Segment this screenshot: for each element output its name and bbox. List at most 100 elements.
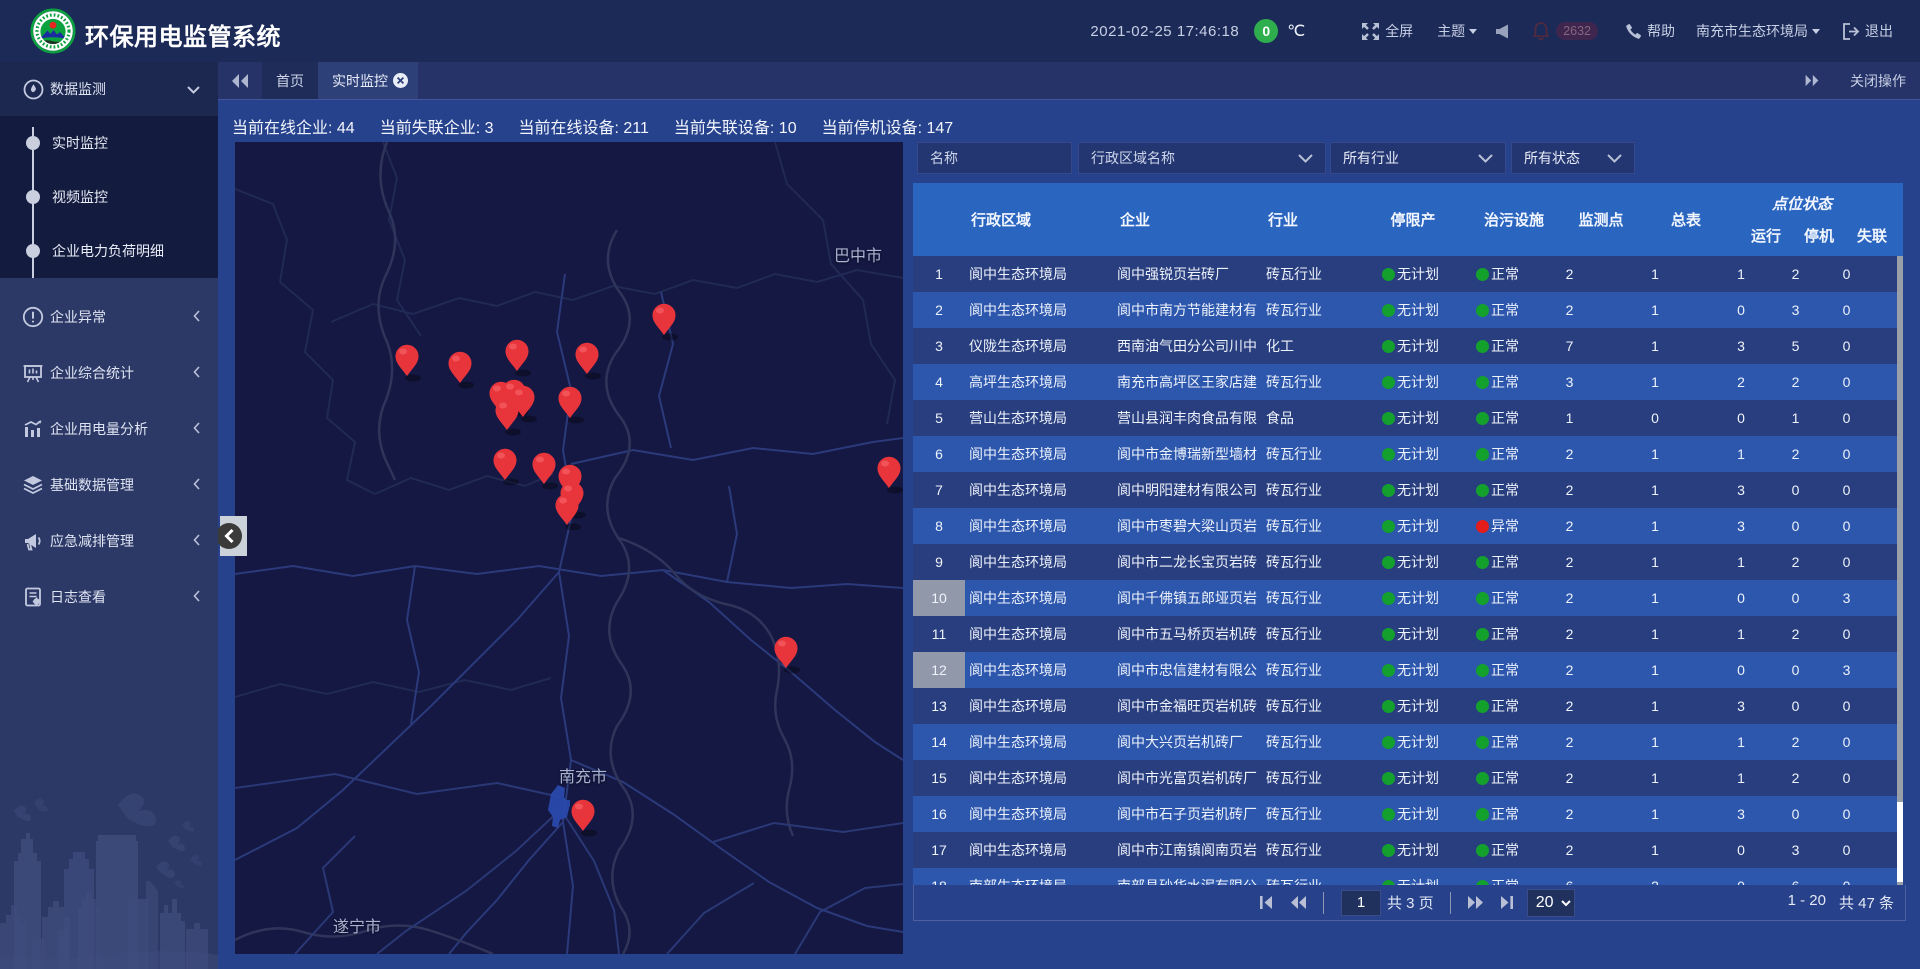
table-row[interactable]: 4高坪生态环境局南充市高坪区王家店建砖瓦行业无计划正常31220 (913, 364, 1897, 400)
map-pin[interactable] (396, 345, 422, 382)
status-dot-icon (1382, 520, 1395, 533)
double-right-arrow-icon (1804, 74, 1820, 87)
stop-status-text: 无计划 (1397, 480, 1439, 500)
tabs-scroll-left-button[interactable] (218, 62, 262, 99)
stop-status-text: 无计划 (1397, 696, 1439, 716)
map-panel[interactable]: 巴中市南充市遂宁市 (235, 142, 903, 954)
status-select[interactable]: 所有状态 (1511, 142, 1635, 174)
help-button[interactable]: 帮助 (1625, 21, 1675, 41)
cell-region: 阆中生态环境局 (965, 624, 1112, 644)
tab-home-label: 首页 (276, 71, 304, 91)
region-select[interactable]: 行政区域名称 (1078, 142, 1326, 174)
org-dropdown[interactable]: 南充市生态环境局 (1696, 21, 1820, 41)
sidebar-item-2[interactable]: 企业综合统计 (0, 345, 218, 401)
sidebar-item-6[interactable]: 日志查看 (0, 569, 218, 625)
map-pin[interactable] (506, 340, 532, 377)
map-pin[interactable] (533, 453, 559, 490)
table-row[interactable]: 1阆中生态环境局阆中强锐页岩砖厂砖瓦行业无计划正常21120 (913, 256, 1897, 292)
table-row[interactable]: 7阆中生态环境局阆中明阳建材有限公司砖瓦行业无计划正常21300 (913, 472, 1897, 508)
industry-select[interactable]: 所有行业 (1330, 142, 1506, 174)
treat-status-text: 异常 (1491, 516, 1519, 536)
stop-status-text: 无计划 (1397, 300, 1439, 320)
cell-halt: 3 (1770, 302, 1821, 318)
sidebar-item-5[interactable]: 应急减排管理 (0, 513, 218, 569)
row-index: 18 (913, 868, 965, 885)
cell-run: 3 (1712, 698, 1770, 714)
prev-page-button[interactable] (1290, 895, 1307, 910)
caret-down-icon (1469, 29, 1477, 34)
tab-close-icon[interactable] (392, 72, 409, 89)
table-row[interactable]: 6阆中生态环境局阆中市金博瑞新型墙材砖瓦行业无计划正常21120 (913, 436, 1897, 472)
table-row[interactable]: 2阆中生态环境局阆中市南方节能建材有砖瓦行业无计划正常21030 (913, 292, 1897, 328)
cell-stop-status: 无计划 (1369, 840, 1463, 860)
panel-collapse-button[interactable] (220, 516, 247, 556)
name-search-input[interactable] (930, 150, 1059, 166)
next-page-button[interactable] (1467, 895, 1484, 910)
cell-meter: 1 (1598, 698, 1712, 714)
sidebar-item-1[interactable]: 企业异常 (0, 289, 218, 345)
cell-lost: 3 (1821, 662, 1872, 678)
cell-monitor: 2 (1541, 590, 1598, 606)
map-pin[interactable] (653, 304, 679, 341)
table-row[interactable]: 18南部生态环境局南部县砂华水泥有限公砖瓦行业无计划正常62060 (913, 868, 1897, 885)
region-select-placeholder: 行政区域名称 (1091, 148, 1175, 168)
fullscreen-button[interactable]: 全屏 (1361, 21, 1413, 41)
table-row[interactable]: 15阆中生态环境局阆中市光富页岩机砖厂砖瓦行业无计划正常21120 (913, 760, 1897, 796)
table-row[interactable]: 3仪陇生态环境局西南油气田分公司川中化工无计划正常71350 (913, 328, 1897, 364)
collapse-left-icon (223, 529, 236, 543)
cell-run: 0 (1712, 410, 1770, 426)
table-row[interactable]: 13阆中生态环境局阆中市金福旺页岩机砖砖瓦行业无计划正常21300 (913, 688, 1897, 724)
close-operations-dropdown[interactable]: 关闭操作 (1850, 71, 1906, 91)
map-pin[interactable] (494, 449, 520, 486)
tab-home[interactable]: 首页 (262, 62, 318, 99)
sidebar-group-data-monitor[interactable]: 数据监测 (0, 62, 218, 116)
cell-halt: 2 (1770, 446, 1821, 462)
cell-meter: 1 (1598, 842, 1712, 858)
tab-bar: 首页 实时监控 关闭操作 (218, 62, 1920, 100)
app-header: 环保用电监管系统 2021-02-25 17:46:18 0 ℃ 全屏 主题 (0, 0, 1920, 62)
first-page-button[interactable] (1259, 895, 1273, 910)
table-row[interactable]: 12阆中生态环境局阆中市忠信建材有限公砖瓦行业无计划正常21003 (913, 652, 1897, 688)
logout-button[interactable]: 退出 (1842, 21, 1893, 41)
last-page-button[interactable] (1500, 895, 1514, 910)
cell-region: 仪陇生态环境局 (965, 336, 1112, 356)
map-pin[interactable] (449, 352, 475, 389)
sidebar-item-4[interactable]: 基础数据管理 (0, 457, 218, 513)
tab-realtime-monitor[interactable]: 实时监控 (318, 62, 418, 99)
cell-run: 3 (1712, 338, 1770, 354)
table-row[interactable]: 10阆中生态环境局阆中千佛镇五郎垭页岩砖瓦行业无计划正常21003 (913, 580, 1897, 616)
tabs-scroll-right-button[interactable] (1804, 74, 1820, 87)
theme-dropdown[interactable]: 主题 (1437, 21, 1477, 41)
treat-status-text: 正常 (1491, 732, 1519, 752)
table-scrollbar[interactable] (1897, 256, 1903, 885)
table-row[interactable]: 8阆中生态环境局阆中市枣碧大梁山页岩砖瓦行业无计划异常21300 (913, 508, 1897, 544)
table-row[interactable]: 17阆中生态环境局阆中市江南镇阆南页岩砖瓦行业无计划正常21030 (913, 832, 1897, 868)
cell-lost: 0 (1821, 266, 1872, 282)
map-pin[interactable] (559, 387, 585, 424)
table-row[interactable]: 11阆中生态环境局阆中市五马桥页岩机砖砖瓦行业无计划正常21120 (913, 616, 1897, 652)
table-row[interactable]: 16阆中生态环境局阆中市石子页岩机砖厂砖瓦行业无计划正常21300 (913, 796, 1897, 832)
mute-button[interactable] (1495, 24, 1509, 39)
cell-treat-status: 正常 (1463, 300, 1541, 320)
col-header-stop: 停限产 (1390, 209, 1435, 230)
page-size-select[interactable]: 20 (1527, 889, 1575, 917)
cell-meter: 1 (1598, 446, 1712, 462)
table-row[interactable]: 5营山生态环境局营山县润丰肉食品有限食品无计划正常10010 (913, 400, 1897, 436)
map-pin[interactable] (576, 343, 602, 380)
alarm-bell-button[interactable]: 2632 (1532, 21, 1598, 41)
table-scrollbar-thumb[interactable] (1897, 802, 1903, 882)
cell-industry: 砖瓦行业 (1259, 444, 1369, 464)
treat-status-text: 正常 (1491, 264, 1519, 284)
status-dot-icon (1382, 304, 1395, 317)
sidebar-item-3[interactable]: 企业用电量分析 (0, 401, 218, 457)
cell-treat-status: 正常 (1463, 696, 1541, 716)
cell-company: 阆中强锐页岩砖厂 (1112, 264, 1259, 284)
map-pin[interactable] (878, 457, 904, 494)
cell-stop-status: 无计划 (1369, 480, 1463, 500)
cell-run: 0 (1712, 878, 1770, 885)
cell-industry: 砖瓦行业 (1259, 840, 1369, 860)
industry-select-value: 所有行业 (1343, 148, 1399, 168)
table-row[interactable]: 9阆中生态环境局阆中市二龙长宝页岩砖砖瓦行业无计划正常21120 (913, 544, 1897, 580)
table-row[interactable]: 14阆中生态环境局阆中大兴页岩机砖厂砖瓦行业无计划正常21120 (913, 724, 1897, 760)
page-number-input[interactable] (1341, 890, 1381, 916)
